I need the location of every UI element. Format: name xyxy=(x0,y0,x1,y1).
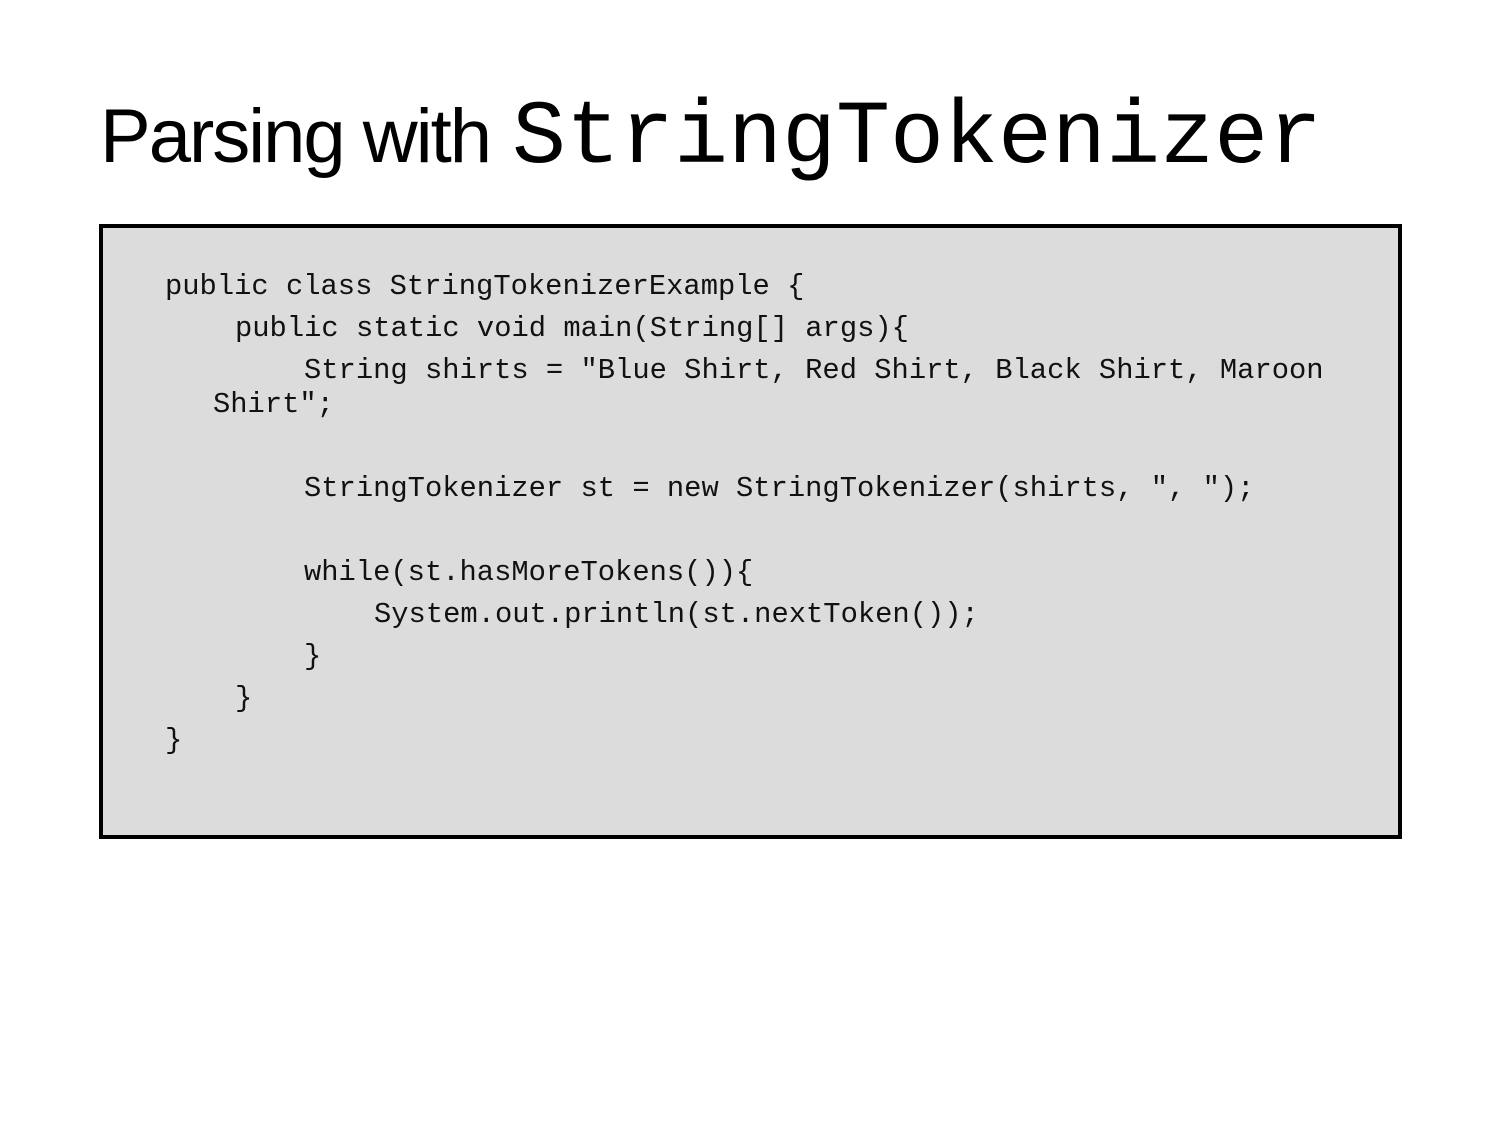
code-line: Shirt"; xyxy=(213,388,334,421)
code-line: String shirts = "Blue Shirt, Red Shirt, … xyxy=(304,354,1324,387)
title-text: Parsing with xyxy=(100,94,492,179)
slide-title: Parsing with StringTokenizer xyxy=(100,88,1323,190)
code-line: public static void main(String[] args){ xyxy=(235,312,909,345)
code-line: StringTokenizer st = new StringTokenizer… xyxy=(304,472,1255,505)
code-line: public class StringTokenizerExample { xyxy=(165,270,805,303)
code-line: while(st.hasMoreTokens()){ xyxy=(304,556,754,589)
code-line: } xyxy=(235,682,253,715)
title-code: StringTokenizer xyxy=(511,88,1323,190)
code-line: } xyxy=(165,724,183,757)
code-line: } xyxy=(304,640,322,673)
code-line: System.out.println(st.nextToken()); xyxy=(374,598,979,631)
